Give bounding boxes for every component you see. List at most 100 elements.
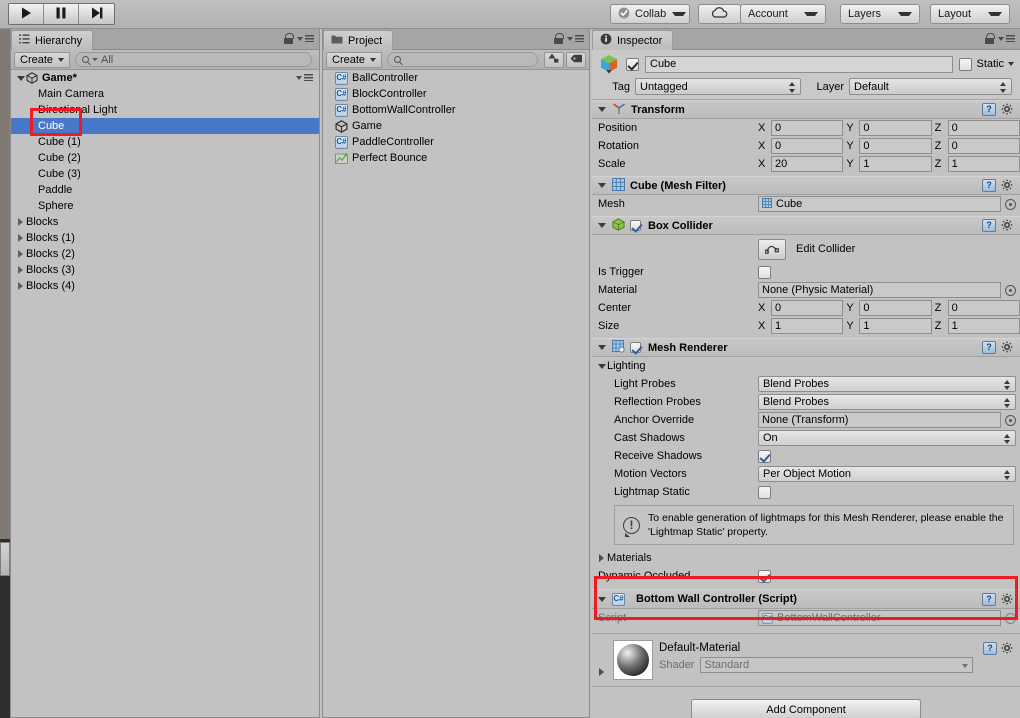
lighting-foldout-icon[interactable]	[596, 363, 607, 369]
lighting-foldout-row[interactable]: Lighting	[592, 357, 1020, 375]
panel-menu-icon[interactable]	[567, 35, 584, 42]
mesh-renderer-foldout-icon[interactable]	[596, 345, 607, 350]
help-icon[interactable]: ?	[982, 592, 996, 606]
position-xyz[interactable]: X 0 Y 0 Z 0	[758, 120, 1020, 136]
gear-icon[interactable]	[1001, 593, 1014, 606]
component-header-transform[interactable]: Transform ?	[592, 100, 1020, 119]
lock-icon[interactable]	[284, 33, 294, 44]
script-foldout-icon[interactable]	[596, 596, 607, 602]
rotation-z-input[interactable]: 0	[947, 138, 1020, 154]
scene-foldout-icon[interactable]	[15, 75, 26, 81]
is-trigger-checkbox[interactable]	[758, 265, 771, 279]
script-picker-icon[interactable]	[1005, 612, 1016, 624]
collider-material-picker-icon[interactable]	[1005, 284, 1016, 296]
hierarchy-item-cube-3[interactable]: Cube (3)	[11, 166, 319, 182]
scrollbar-thumb[interactable]	[0, 542, 10, 576]
anchor-override-picker-icon[interactable]	[1005, 414, 1016, 426]
gameobject-enabled-checkbox[interactable]	[626, 57, 639, 71]
mesh-filter-foldout-icon[interactable]	[596, 183, 607, 188]
receive-shadows-checkbox[interactable]	[758, 449, 771, 463]
static-toggle[interactable]: Static	[959, 57, 1014, 71]
help-icon[interactable]: ?	[982, 341, 996, 354]
help-icon[interactable]: ?	[982, 179, 996, 192]
script-object-field[interactable]: C# BottomWallController	[758, 610, 1001, 627]
box-collider-enabled-checkbox[interactable]	[630, 220, 641, 231]
rotation-y-input[interactable]: 0	[859, 138, 932, 154]
collider-center-xyz[interactable]: X 0 Y 0 Z 0	[758, 300, 1020, 316]
hierarchy-item-cube[interactable]: Cube	[11, 118, 319, 134]
add-component-button[interactable]: Add Component	[691, 699, 921, 718]
panel-menu-icon[interactable]	[297, 35, 314, 42]
dynamic-occluded-checkbox[interactable]	[758, 569, 771, 583]
step-button[interactable]	[79, 4, 114, 24]
project-create-button[interactable]: Create	[326, 51, 383, 68]
lock-icon[interactable]	[554, 33, 564, 44]
gameobject-name-input[interactable]: Cube	[645, 55, 954, 73]
static-checkbox[interactable]	[959, 57, 973, 71]
foldout-arrow-icon[interactable]	[15, 234, 26, 242]
panel-menu-icon[interactable]	[998, 35, 1015, 42]
rotation-x-input[interactable]: 0	[771, 138, 844, 154]
mesh-object-field[interactable]: Cube	[758, 196, 1001, 212]
scale-y-input[interactable]: 1	[859, 156, 932, 172]
rotation-xyz[interactable]: X 0 Y 0 Z 0	[758, 138, 1020, 154]
pause-button[interactable]	[44, 4, 79, 24]
project-item-paddlecontroller[interactable]: C# PaddleController	[323, 134, 589, 150]
gear-icon[interactable]	[1001, 179, 1014, 192]
project-item-bottomwallcontroller[interactable]: C# BottomWallController	[323, 102, 589, 118]
position-y-input[interactable]: 0	[859, 120, 932, 136]
hierarchy-item-sphere[interactable]: Sphere	[11, 198, 319, 214]
hierarchy-item-directional-light[interactable]: Directional Light	[11, 102, 319, 118]
mesh-renderer-enabled-checkbox[interactable]	[630, 342, 641, 353]
hierarchy-item-blocks-2[interactable]: Blocks (2)	[11, 246, 319, 262]
project-item-ballcontroller[interactable]: C# BallController	[323, 70, 589, 86]
hierarchy-tree[interactable]: Game* Main Camera Directional Light Cube Cu…	[11, 70, 319, 717]
hierarchy-item-cube-1[interactable]: Cube (1)	[11, 134, 319, 150]
materials-foldout-icon[interactable]	[596, 554, 607, 563]
account-button[interactable]: Account	[740, 4, 826, 24]
scale-x-input[interactable]: 20	[771, 156, 844, 172]
gear-icon[interactable]	[1001, 642, 1014, 655]
center-y-input[interactable]: 0	[859, 300, 932, 316]
materials-foldout-row[interactable]: Materials	[592, 549, 1020, 567]
shader-dropdown[interactable]: Standard	[700, 657, 973, 674]
center-x-input[interactable]: 0	[771, 300, 844, 316]
tab-inspector[interactable]: Inspector	[592, 30, 674, 50]
component-header-script[interactable]: C# Bottom Wall Controller (Script) ?	[592, 589, 1020, 610]
lightmap-static-checkbox[interactable]	[758, 485, 771, 499]
tab-project[interactable]: Project	[323, 30, 394, 50]
hierarchy-create-button[interactable]: Create	[14, 51, 71, 68]
collider-size-xyz[interactable]: X 1 Y 1 Z 1	[758, 318, 1020, 334]
scale-xyz[interactable]: X 20 Y 1 Z 1	[758, 156, 1020, 172]
gear-icon[interactable]	[1001, 103, 1014, 116]
component-header-box-collider[interactable]: Box Collider ?	[592, 216, 1020, 235]
hierarchy-item-blocks-1[interactable]: Blocks (1)	[11, 230, 319, 246]
hierarchy-search-input[interactable]: All	[75, 52, 312, 67]
filter-by-type-button[interactable]	[544, 51, 564, 68]
center-z-input[interactable]: 0	[947, 300, 1020, 316]
size-x-input[interactable]: 1	[771, 318, 844, 334]
tab-hierarchy[interactable]: Hierarchy	[11, 30, 94, 50]
size-z-input[interactable]: 1	[947, 318, 1020, 334]
motion-vectors-dropdown[interactable]: Per Object Motion	[758, 466, 1016, 482]
reflection-probes-dropdown[interactable]: Blend Probes	[758, 394, 1016, 410]
hierarchy-scene-root[interactable]: Game*	[11, 70, 319, 86]
layers-button[interactable]: Layers	[840, 4, 920, 24]
size-y-input[interactable]: 1	[859, 318, 932, 334]
help-icon[interactable]: ?	[983, 642, 997, 656]
gear-icon[interactable]	[1001, 341, 1014, 354]
hierarchy-item-blocks-3[interactable]: Blocks (3)	[11, 262, 319, 278]
layer-dropdown[interactable]: Default	[849, 78, 1012, 95]
hierarchy-item-paddle[interactable]: Paddle	[11, 182, 319, 198]
collab-button[interactable]: Collab	[610, 4, 690, 24]
edit-collider-button[interactable]	[758, 238, 786, 260]
project-item-blockcontroller[interactable]: C# BlockController	[323, 86, 589, 102]
lock-icon[interactable]	[985, 33, 995, 44]
foldout-arrow-icon[interactable]	[15, 218, 26, 226]
tag-dropdown[interactable]: Untagged	[635, 78, 801, 95]
transform-foldout-icon[interactable]	[596, 107, 607, 112]
cloud-button[interactable]	[698, 4, 741, 24]
mesh-picker-icon[interactable]	[1005, 198, 1016, 210]
help-icon[interactable]: ?	[982, 103, 996, 116]
position-z-input[interactable]: 0	[947, 120, 1020, 136]
